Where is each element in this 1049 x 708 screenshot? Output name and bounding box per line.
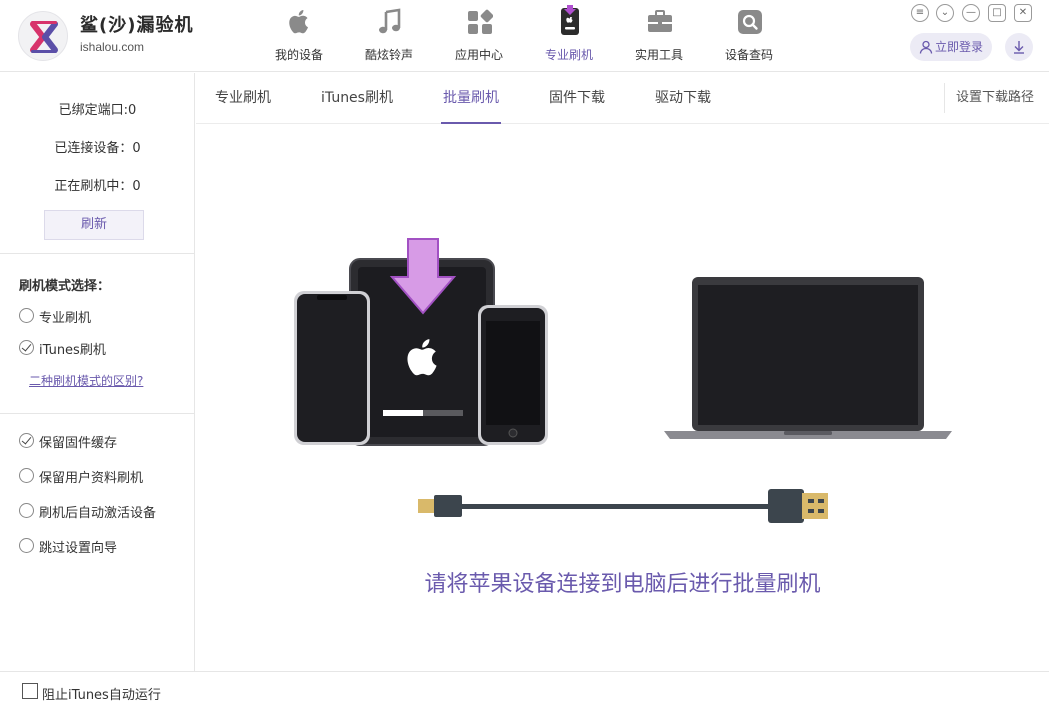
- sidebar-divider: [0, 253, 195, 254]
- apps-grid-icon: [468, 9, 493, 34]
- download-icon: [1014, 41, 1024, 54]
- option-label: 保留用户资料刷机: [39, 471, 144, 486]
- radio-unchecked[interactable]: [19, 538, 34, 553]
- music-note-icon: [379, 8, 401, 34]
- radio-checked[interactable]: [19, 433, 34, 448]
- option-label: 跳过设置向导: [39, 541, 118, 556]
- nav-pro-flash[interactable]: 专业刷机: [531, 0, 607, 72]
- maximize-icon: □: [992, 7, 1002, 18]
- search-icon: [738, 10, 762, 34]
- option-label: iTunes刷机: [39, 343, 106, 358]
- refresh-button[interactable]: 刷新: [44, 210, 144, 240]
- tab-firmware-download[interactable]: 固件下载: [549, 73, 605, 124]
- macbook-illustration: [664, 277, 952, 439]
- iphone-right-illustration: [478, 305, 548, 445]
- block-itunes-checkbox[interactable]: [22, 683, 38, 699]
- flash-progress-fill: [383, 410, 423, 416]
- nav-label: 应用中心: [454, 48, 503, 62]
- radio-unchecked[interactable]: [19, 503, 34, 518]
- tab-batch-flash[interactable]: 批量刷机: [441, 73, 501, 124]
- sidebar-divider: [0, 413, 195, 414]
- flashing-stat: 正在刷机中：0: [54, 179, 141, 194]
- nav-label: 专业刷机: [544, 48, 593, 62]
- option-label: 刷机后自动激活设备: [39, 506, 157, 521]
- connected-devices-stat: 已连接设备：0: [54, 141, 141, 156]
- app-logo: [18, 11, 68, 61]
- nav-label: 实用工具: [634, 48, 683, 62]
- minimize-button[interactable]: —: [962, 4, 980, 22]
- block-itunes-label: 阻止iTunes自动运行: [42, 688, 161, 703]
- user-icon: [919, 40, 933, 54]
- top-bar: 鲨(沙)漏验机 ishalou.com 我的设备 酷炫铃声 应用中心 专业刷机 …: [0, 0, 1049, 72]
- tab-pro-flash[interactable]: 专业刷机: [215, 73, 271, 124]
- set-download-path-link[interactable]: 设置下载路径: [956, 73, 1034, 124]
- tab-driver-download[interactable]: 驱动下载: [655, 73, 711, 124]
- option-label: 专业刷机: [39, 311, 92, 326]
- radio-unchecked[interactable]: [19, 308, 34, 323]
- nav-device-lookup[interactable]: 设备查码: [711, 0, 787, 72]
- tab-bar: 专业刷机 iTunes刷机 批量刷机 固件下载 驱动下载 设置下载路径: [196, 73, 1049, 124]
- chevron-down-icon: ⌄: [940, 7, 950, 18]
- nav-label: 设备查码: [724, 48, 773, 62]
- usb-cable-illustration: [418, 489, 828, 523]
- menu-icon: ≡: [915, 7, 925, 18]
- login-label: 立即登录: [935, 40, 984, 54]
- mode-difference-link[interactable]: 二种刷机模式的区别?: [29, 372, 143, 389]
- menu-button[interactable]: ≡: [911, 4, 929, 22]
- connect-device-hint: 请将苹果设备连接到电脑后进行批量刷机: [424, 572, 821, 597]
- bottom-bar: 阻止iTunes自动运行: [0, 671, 1049, 708]
- download-button[interactable]: [1005, 33, 1033, 61]
- nav-label: 我的设备: [274, 48, 323, 62]
- close-button[interactable]: ✕: [1014, 4, 1032, 22]
- close-icon: ✕: [1018, 7, 1028, 18]
- nav-ringtones[interactable]: 酷炫铃声: [351, 0, 427, 72]
- hourglass-logo-icon: [30, 21, 58, 53]
- app-website: ishalou.com: [80, 40, 145, 54]
- nav-label: 酷炫铃声: [364, 48, 413, 62]
- nav-app-center[interactable]: 应用中心: [441, 0, 517, 72]
- apple-icon: [289, 10, 308, 34]
- login-button[interactable]: 立即登录: [910, 33, 992, 61]
- iphone-left-illustration: [294, 291, 370, 445]
- flash-mode-title: 刷机模式选择：: [19, 279, 111, 294]
- app-title: 鲨(沙)漏验机: [80, 15, 194, 36]
- minimize-icon: —: [966, 7, 976, 18]
- dropdown-button[interactable]: ⌄: [936, 4, 954, 22]
- nav-tools[interactable]: 实用工具: [621, 0, 697, 72]
- nav-my-device[interactable]: 我的设备: [261, 0, 337, 72]
- tab-separator: [944, 83, 945, 113]
- flash-phone-icon: [561, 5, 579, 35]
- option-label: 保留固件缓存: [39, 436, 118, 451]
- tab-itunes-flash[interactable]: iTunes刷机: [321, 73, 393, 124]
- sidebar: 已绑定端口:0 已连接设备：0 正在刷机中：0 刷新 刷机模式选择： 专业刷机 …: [0, 73, 195, 671]
- radio-checked[interactable]: [19, 340, 34, 355]
- radio-unchecked[interactable]: [19, 468, 34, 483]
- bound-ports-stat: 已绑定端口:0: [58, 103, 137, 118]
- toolbox-icon: [648, 10, 672, 32]
- maximize-button[interactable]: □: [988, 4, 1006, 22]
